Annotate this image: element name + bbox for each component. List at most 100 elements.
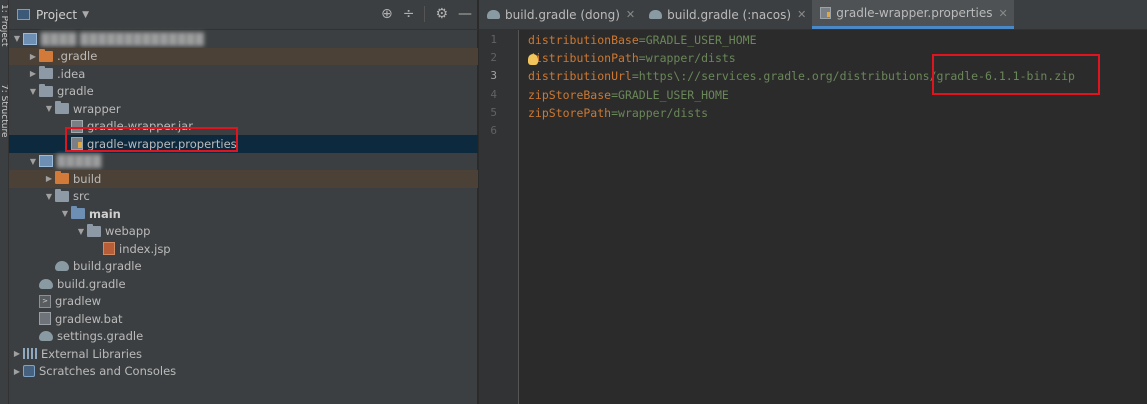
tree-item-gradle-wrapper-jar[interactable]: gradle-wrapper.jar [9, 118, 478, 136]
lightbulb-icon[interactable] [528, 54, 538, 66]
line-number: 5 [490, 105, 497, 119]
source-folder-icon [71, 206, 85, 220]
close-icon[interactable]: ✕ [998, 7, 1007, 20]
tree-item-build-gradle[interactable]: build.gradle [9, 275, 478, 293]
code-line[interactable]: distributionUrl=https\://services.gradle… [528, 69, 1075, 83]
chevron-down-icon[interactable]: ▼ [43, 192, 55, 201]
editor-tab-bar: build.gradle (dong) ✕ build.gradle (:nacos… [479, 0, 1147, 30]
chevron-down-icon[interactable]: ▼ [75, 227, 87, 236]
tab-label: build.gradle (dong) [505, 7, 620, 22]
chevron-down-icon[interactable]: ▼ [11, 34, 23, 43]
tree-item-gradlew[interactable]: > gradlew [9, 293, 478, 311]
code-line[interactable]: zipStoreBase=GRADLE_USER_HOME [528, 88, 729, 102]
tree-item-wrapper[interactable]: ▼ wrapper [9, 100, 478, 118]
tab-build-gradle-nacos[interactable]: build.gradle (:nacos) ✕ [641, 0, 812, 29]
scratch-icon [23, 365, 35, 378]
tab-build-gradle-dong[interactable]: build.gradle (dong) ✕ [479, 0, 641, 29]
tree-item-root-project[interactable]: ▼ ████ ██████████████ [9, 30, 478, 48]
chevron-down-icon[interactable]: ▼ [27, 87, 39, 96]
folder-icon [39, 66, 53, 80]
property-key: zipStorePath [528, 105, 612, 120]
code-editor[interactable]: distributionBase=GRADLE_USER_HOME distrib… [520, 30, 1147, 404]
line-number: 1 [490, 33, 497, 46]
code-line[interactable]: zipStorePath=wrapper/dists [528, 106, 708, 120]
project-panel-header: Project ▼ ⊕ ÷ ⚙ — [9, 0, 478, 30]
collapse-all-icon[interactable]: ÷ [403, 6, 415, 22]
library-icon [23, 348, 37, 360]
tree-item-dot-gradle[interactable]: ▶ .gradle [9, 47, 478, 65]
folder-icon [55, 101, 69, 115]
tree-item-sub-build-gradle[interactable]: build.gradle [9, 258, 478, 276]
gear-icon[interactable]: ⚙ [435, 6, 448, 22]
chevron-right-icon[interactable]: ▶ [11, 349, 23, 358]
project-tool-button[interactable]: 1: Project [0, 4, 8, 46]
tree-item-webapp[interactable]: ▼ webapp [9, 223, 478, 241]
tree-item-build[interactable]: ▶ build [9, 170, 478, 188]
property-key: distributionBase [528, 33, 639, 47]
tree-item-submodule[interactable]: ▼ █████ [9, 153, 478, 171]
close-icon[interactable]: ✕ [797, 8, 806, 21]
property-separator: = [638, 51, 646, 66]
tree-item-index-jsp[interactable]: index.jsp [9, 240, 478, 258]
property-key: distributionUrl [528, 69, 632, 84]
chevron-right-icon[interactable]: ▶ [43, 174, 55, 183]
code-line[interactable]: distributionBase=GRADLE_USER_HOME [528, 33, 757, 47]
structure-tool-button[interactable]: 7: Structure [0, 84, 8, 138]
tab-gradle-wrapper-properties[interactable]: gradle-wrapper.properties ✕ [812, 0, 1014, 29]
chevron-down-icon[interactable]: ▼ [27, 157, 39, 166]
project-panel: Project ▼ ⊕ ÷ ⚙ — ▼ ████ ██████████████ ▶.… [9, 0, 478, 404]
tree-item-label: build.gradle [57, 276, 126, 291]
tree-item-label: gradle [57, 84, 94, 99]
chevron-right-icon[interactable]: ▶ [11, 367, 23, 376]
hide-icon[interactable]: — [458, 6, 472, 22]
tree-item-label: .gradle [57, 49, 98, 64]
chevron-right-icon[interactable]: ▶ [27, 52, 39, 61]
tree-item-settings-gradle[interactable]: settings.gradle [9, 328, 478, 346]
panel-toolbar: ⊕ ÷ ⚙ — [381, 6, 472, 22]
batch-file-icon [39, 312, 51, 326]
tree-item-label: build [73, 171, 102, 186]
tree-item-label: wrapper [73, 101, 121, 116]
code-line[interactable]: distributionPath=wrapper/dists [528, 51, 736, 65]
line-number: 3 [490, 69, 497, 83]
tree-item-gradlew-bat[interactable]: gradlew.bat [9, 310, 478, 328]
close-icon[interactable]: ✕ [626, 8, 635, 21]
tree-item-external-libraries[interactable]: ▶ External Libraries [9, 345, 478, 363]
line-number: 4 [490, 87, 497, 101]
gradle-icon [39, 278, 53, 289]
module-icon [23, 32, 37, 45]
tree-item-dot-idea[interactable]: ▶ .idea [9, 65, 478, 83]
property-value: https\://services.gradle.org/distributio… [638, 69, 1075, 84]
line-number-gutter: 1 2 3 4 5 6 [479, 30, 519, 404]
tree-item-src[interactable]: ▼ src [9, 188, 478, 206]
folder-icon [39, 83, 53, 97]
tab-label: build.gradle (:nacos) [667, 7, 792, 22]
property-key: zipStoreBase [528, 87, 612, 102]
chevron-down-icon[interactable]: ▼ [43, 104, 55, 113]
tree-item-label: .idea [57, 66, 86, 81]
locate-icon[interactable]: ⊕ [381, 6, 393, 22]
tree-item-label: ████ ██████████████ [41, 31, 204, 46]
tab-label: gradle-wrapper.properties [836, 6, 993, 20]
property-value: GRADLE_USER_HOME [645, 33, 757, 47]
property-value: GRADLE_USER_HOME [618, 87, 729, 102]
tree-item-label: webapp [105, 224, 151, 239]
chevron-down-icon[interactable]: ▼ [82, 10, 89, 20]
gradle-icon [55, 261, 69, 272]
project-icon [17, 9, 30, 20]
property-separator: = [638, 33, 646, 47]
chevron-down-icon[interactable]: ▼ [59, 209, 71, 218]
tree-item-label: gradlew.bat [55, 311, 123, 326]
tree-item-gradle-wrapper-properties[interactable]: gradle-wrapper.properties [9, 135, 478, 153]
tree-item-label: gradlew [55, 294, 102, 309]
excluded-folder-icon [39, 48, 53, 62]
tree-item-gradle[interactable]: ▼ gradle [9, 83, 478, 101]
tree-item-main[interactable]: ▼ main [9, 205, 478, 223]
property-separator: = [611, 87, 619, 102]
tool-window-strip: 1: Project 7: Structure [0, 0, 9, 404]
chevron-right-icon[interactable]: ▶ [27, 69, 39, 78]
project-view-title[interactable]: Project [36, 8, 77, 22]
tree-item-label: Scratches and Consoles [39, 364, 177, 379]
tree-item-scratches[interactable]: ▶ Scratches and Consoles [9, 363, 478, 381]
folder-icon [55, 188, 69, 202]
